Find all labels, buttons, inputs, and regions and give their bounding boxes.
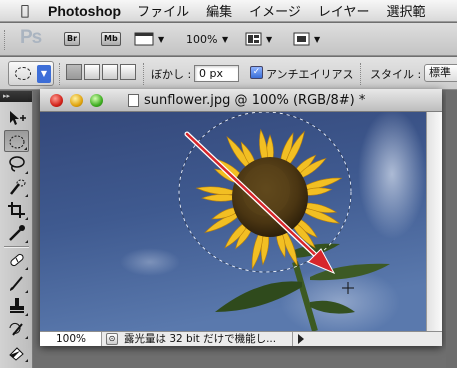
image-canvas[interactable] <box>40 112 426 331</box>
eraser-tool[interactable] <box>4 341 29 363</box>
lasso-icon <box>9 156 25 172</box>
close-button[interactable] <box>50 94 63 107</box>
document-titlebar[interactable]: sunflower.jpg @ 100% (RGB/8#) * <box>40 89 442 112</box>
zoom-field[interactable]: 100% <box>40 332 102 346</box>
elliptical-marquee-preset-icon <box>15 67 31 80</box>
sunflower-photo <box>40 112 426 331</box>
feather-label: ぼかし : <box>151 68 192 81</box>
lasso-tool[interactable] <box>4 153 29 175</box>
minimize-button[interactable] <box>70 94 83 107</box>
brush-tool[interactable] <box>4 272 29 294</box>
zoom-button[interactable] <box>90 94 103 107</box>
brush-icon <box>10 276 23 291</box>
menu-select[interactable]: 選択範 <box>387 1 426 20</box>
style-label: スタイル : <box>370 68 422 81</box>
toolbox-grip[interactable]: ▸▸ <box>0 91 32 102</box>
view-extras-dropdown-icon[interactable]: ▼ <box>158 35 164 44</box>
tool-preset-picker[interactable]: ▼ <box>8 61 54 86</box>
screen-mode-dropdown-icon[interactable]: ▼ <box>314 35 320 44</box>
document-status-bar: 100% ⊙ 露光量は 32 bit だけで機能し... <box>40 331 442 346</box>
menu-layer[interactable]: レイヤー <box>318 1 370 20</box>
move-icon <box>10 111 26 125</box>
antialias-checkbox[interactable]: ✓ <box>250 66 263 79</box>
crop-icon <box>8 202 25 218</box>
status-divider <box>292 332 293 346</box>
toolbox: ▸▸ <box>0 91 33 368</box>
application-bar: Ps Br Mb ▼ 100% ▼ ▼ ▼ <box>0 23 457 56</box>
vertical-scrollbar[interactable] <box>426 112 442 331</box>
healing-brush-tool[interactable] <box>4 249 29 271</box>
bar-grip <box>4 30 7 50</box>
zoom-dropdown-icon[interactable]: ▼ <box>222 35 228 44</box>
menu-bar:  Photoshop ファイル 編集 イメージ レイヤー 選択範 <box>0 0 457 22</box>
document-info-icon[interactable]: ⊙ <box>106 333 118 345</box>
toolbox-separator <box>4 246 29 248</box>
document-icon <box>128 94 139 107</box>
add-to-selection-icon[interactable] <box>84 64 100 80</box>
options-separator <box>59 63 62 85</box>
clone-stamp-tool[interactable] <box>4 295 29 317</box>
antialias-label[interactable]: アンチエイリアス <box>266 66 354 82</box>
history-brush-icon <box>9 322 23 336</box>
bridge-button[interactable]: Br <box>64 32 81 46</box>
intersect-selection-icon[interactable] <box>120 64 136 80</box>
eraser-icon <box>9 347 24 361</box>
feather-input[interactable]: 0 px <box>194 65 239 82</box>
workspace-background <box>446 91 457 368</box>
options-bar: ▼ ぼかし : 0 px ✓ アンチエイリアス スタイル : 標準 <box>0 57 457 90</box>
elliptical-marquee-tool[interactable] <box>4 130 29 152</box>
arrange-dropdown-icon[interactable]: ▼ <box>266 35 272 44</box>
preset-dropdown-icon[interactable]: ▼ <box>37 65 51 83</box>
photoshop-logo: Ps <box>20 27 42 48</box>
document-title: sunflower.jpg @ 100% (RGB/8#) * <box>144 93 366 108</box>
options-separator <box>360 63 363 85</box>
zoom-level-select[interactable]: 100% <box>186 33 217 46</box>
healing-brush-icon <box>10 253 24 267</box>
menu-app-name[interactable]: Photoshop <box>48 3 121 19</box>
quick-selection-tool[interactable] <box>4 176 29 198</box>
new-selection-icon[interactable] <box>66 64 82 80</box>
subtract-from-selection-icon[interactable] <box>102 64 118 80</box>
eyedropper-icon <box>9 225 25 241</box>
move-tool[interactable] <box>4 107 29 129</box>
view-extras-icon[interactable] <box>134 31 156 47</box>
menu-file[interactable]: ファイル <box>137 1 189 20</box>
history-brush-tool[interactable] <box>4 318 29 340</box>
document-window: sunflower.jpg @ 100% (RGB/8#) * 100% ⊙ 露… <box>40 89 442 346</box>
menu-edit[interactable]: 編集 <box>206 1 232 20</box>
status-menu-arrow-icon[interactable] <box>298 334 304 344</box>
quick-selection-icon <box>10 179 26 195</box>
apple-menu-icon[interactable]:  <box>14 3 36 19</box>
arrange-documents-icon[interactable] <box>245 31 263 47</box>
menu-image[interactable]: イメージ <box>249 1 301 20</box>
status-message: 露光量は 32 bit だけで機能し... <box>124 333 277 345</box>
mini-bridge-button[interactable]: Mb <box>101 32 121 46</box>
screen-mode-icon[interactable] <box>293 31 311 47</box>
options-separator <box>143 63 146 85</box>
eyedropper-tool[interactable] <box>4 222 29 244</box>
style-select[interactable]: 標準 <box>424 64 457 82</box>
clone-stamp-icon <box>10 298 24 313</box>
crop-tool[interactable] <box>4 199 29 221</box>
